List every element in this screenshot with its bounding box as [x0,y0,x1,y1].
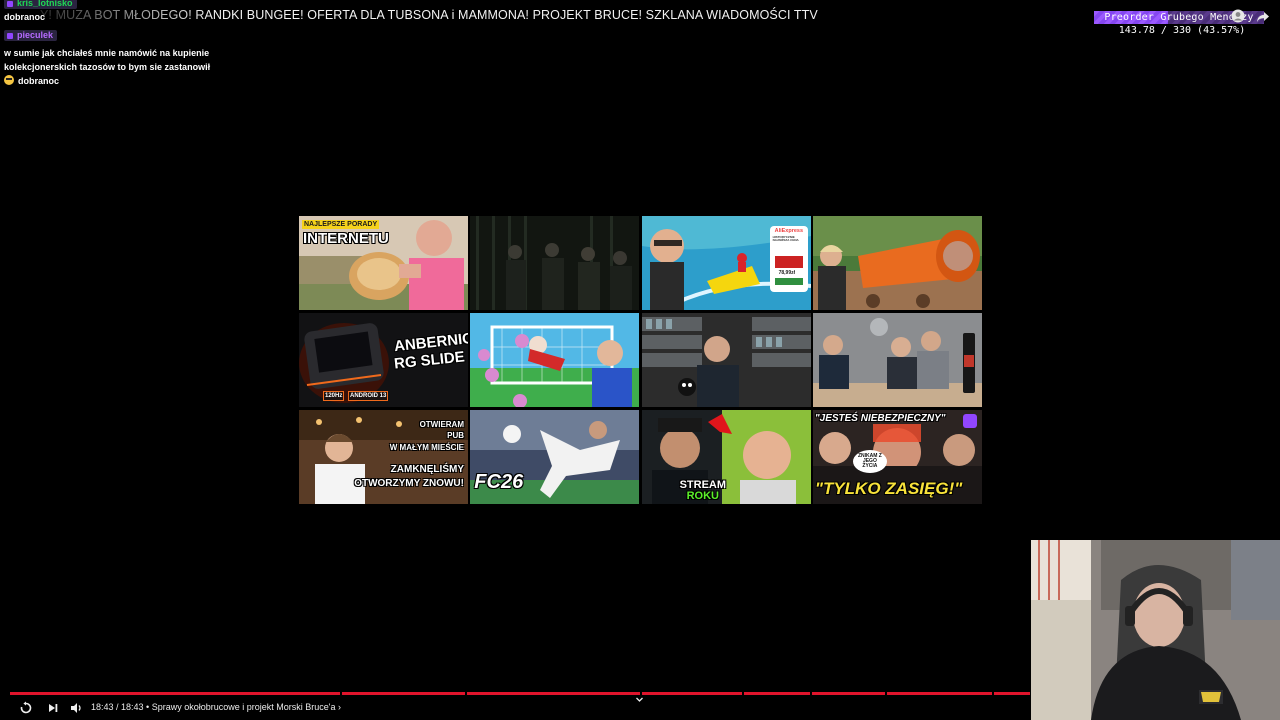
thumbnail-caption-line: "TYLKO ZASIĘG!" [814,479,963,498]
video-thumbnail[interactable]: STREAM ROKU [641,410,811,504]
video-thumbnail[interactable]: NAJLEPSZE PORADY INTERNETU [299,216,468,310]
spec-chip: 120Hz [323,391,345,401]
thumbnail-caption-line: ZAMKNĘLIŚMY [390,464,464,475]
video-seek-bar[interactable] [10,692,1030,695]
news-ticker: Y! MUZA BOT MŁODEGO! RANDKI BUNGEE! OFER… [0,0,1080,30]
chapter-marker [885,692,887,695]
twitch-icon [7,0,13,7]
thumbnail-caption-line: "JESTEŚ NIEBEZPIECZNY" [814,413,946,424]
webcam-image [1031,540,1280,720]
chapter-marker [810,692,812,695]
thumbnail-image [641,313,811,407]
laughing-emoji-icon [4,75,14,85]
thumbnail-caption-line: OTWORZYMY ZNOWU! [354,478,464,489]
video-thumbnail[interactable] [812,313,982,407]
replay-icon[interactable] [19,701,33,715]
aliexpress-badge: AliExpress [774,228,804,234]
streamer-webcam [1031,540,1280,720]
video-thumbnail[interactable] [812,216,982,310]
thumbnail-image [470,216,640,310]
chat-username: pieculek [17,30,54,40]
chapter-marker [465,692,467,695]
video-time-and-chapter[interactable]: 18:43 / 18:43 • Sprawy okołobrucowe i pr… [91,702,341,712]
video-thumbnail-grid: NAJLEPSZE PORADY INTERNETU AliExpress HI… [299,216,982,504]
goal-value: 143.78 / 330 (43.57%) [1118,25,1246,36]
chevron-down-icon[interactable] [634,695,645,704]
spec-chip: ANDROID 13 [348,391,389,401]
video-thumbnail[interactable]: OTWIERAM PUB W MAŁYM MIEŚCIE ZAMKNĘLIŚMY… [299,410,468,504]
thumbnail-caption-line: PUB [447,431,464,440]
thumbnail-caption-line: ROKU [686,490,719,502]
thumbnail-caption-line: W MAŁYM MIEŚCIE [389,443,464,452]
video-thumbnail[interactable] [470,216,640,310]
thumbnail-image [470,313,640,407]
chat-username: kris_lotnisko [17,0,73,8]
share-icon[interactable] [1256,11,1270,23]
thumbnail-caption-small: NAJLEPSZE PORADY [302,220,380,229]
thumbnail-caption: INTERNETU [303,230,389,247]
chat-message: kris_lotnisko dobranoc [4,0,77,24]
chat-text: w sumie jak chciałeś mnie namówić na kup… [4,48,211,72]
speech-bubble: ZNIKAM Z JEGO ŻYCIA [852,450,887,473]
volume-icon[interactable] [69,701,83,715]
chat-username-badge: pieculek [4,30,58,41]
chat-username-badge: kris_lotnisko [4,0,77,9]
thumbnail-image [812,216,982,310]
video-thumbnail[interactable]: "JESTEŚ NIEBEZPIECZNY" ZNIKAM Z JEGO ŻYC… [812,410,982,504]
twitch-icon [7,32,13,39]
user-icon[interactable] [1231,9,1245,23]
chapter-marker [742,692,744,695]
chapter-marker [992,692,994,695]
thumbnail-caption: FC26 [474,471,524,493]
video-thumbnail[interactable]: FC26 [470,410,640,504]
thumbnail-caption-line: OTWIERAM [419,420,464,429]
thumbnail-image [641,410,811,504]
chat-message: pieculek w sumie jak chciałeś mnie namów… [4,29,244,88]
player-controls: 18:43 / 18:43 • Sprawy okołobrucowe i pr… [0,697,1030,719]
next-icon[interactable] [46,701,60,715]
video-thumbnail[interactable] [470,313,640,407]
chat-text-line: dobranoc [4,74,244,88]
aliexpress-subtitle: HISTORYCZNIE NAJNIŻSZA CENA [772,235,799,242]
video-thumbnail[interactable]: AliExpress HISTORYCZNIE NAJNIŻSZA CENA 7… [641,216,811,310]
price-label: 78,99zł [778,270,795,276]
chat-text: dobranoc [4,12,46,22]
chat-extra-text: dobranoc [18,76,60,86]
video-thumbnail[interactable]: ANBERNIC RG SLIDE 120Hz ANDROID 13 [299,313,468,407]
chapter-marker [340,692,342,695]
video-thumbnail[interactable] [641,313,811,407]
thumbnail-image [812,313,982,407]
